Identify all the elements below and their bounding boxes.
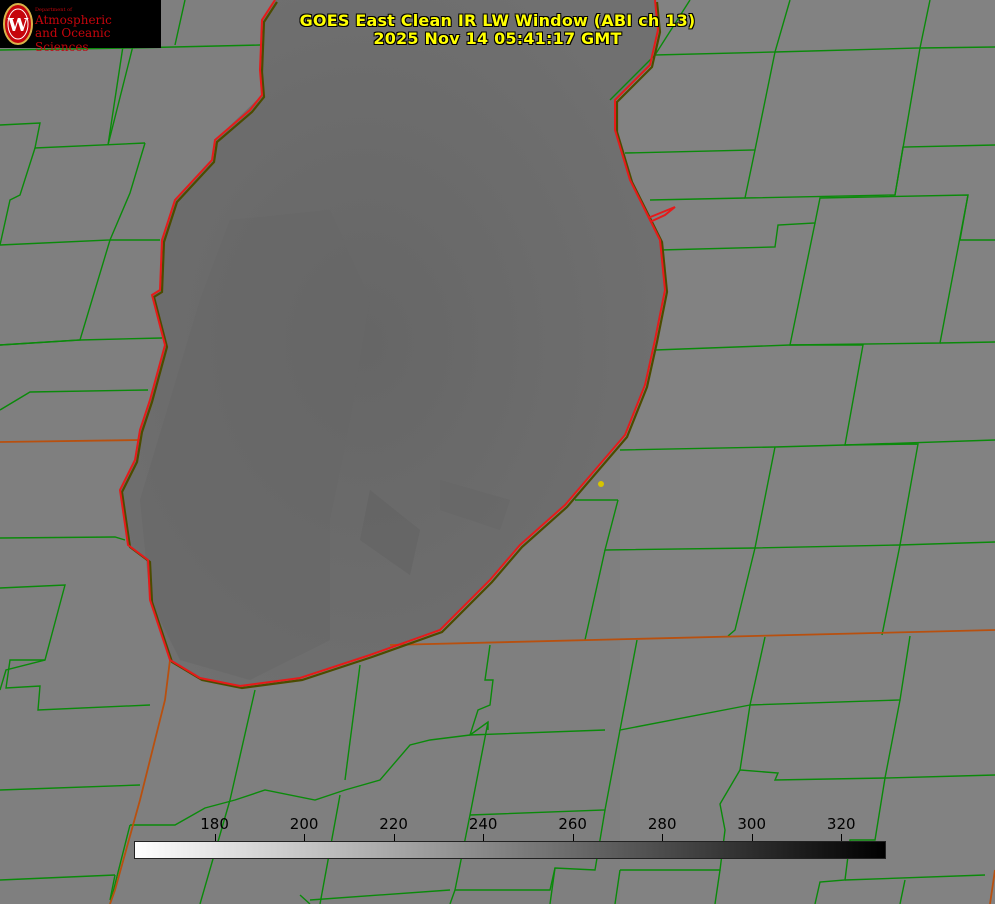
land-shade-right [620, 0, 995, 904]
colorbar-tick-label: 200 [289, 815, 319, 833]
colorbar-tick-label: 300 [737, 815, 767, 833]
colorbar-tick-mark [572, 834, 574, 841]
colorbar-tick-label: 280 [647, 815, 677, 833]
colorbar-tick-label: 320 [826, 815, 856, 833]
location-marker [598, 481, 604, 487]
image-title: GOES East Clean IR LW Window (ABI ch 13) [299, 11, 696, 30]
satellite-map [0, 0, 995, 904]
colorbar-tick-mark [483, 834, 485, 841]
colorbar-tick-mark [751, 834, 753, 841]
colorbar [134, 841, 886, 859]
colorbar-tick-mark [662, 834, 664, 841]
colorbar-tick-label: 220 [379, 815, 408, 833]
colorbar-tick-mark [304, 834, 306, 841]
colorbar-tick-label: 260 [558, 815, 587, 833]
colorbar-tick-label: 180 [200, 815, 229, 833]
colorbar-tick-mark [841, 834, 843, 841]
colorbar-tick-label: 240 [468, 815, 498, 833]
colorbar-tick-mark [393, 834, 395, 841]
colorbar-tick-mark [214, 834, 216, 841]
image-timestamp: 2025 Nov 14 05:41:17 GMT [373, 29, 622, 48]
